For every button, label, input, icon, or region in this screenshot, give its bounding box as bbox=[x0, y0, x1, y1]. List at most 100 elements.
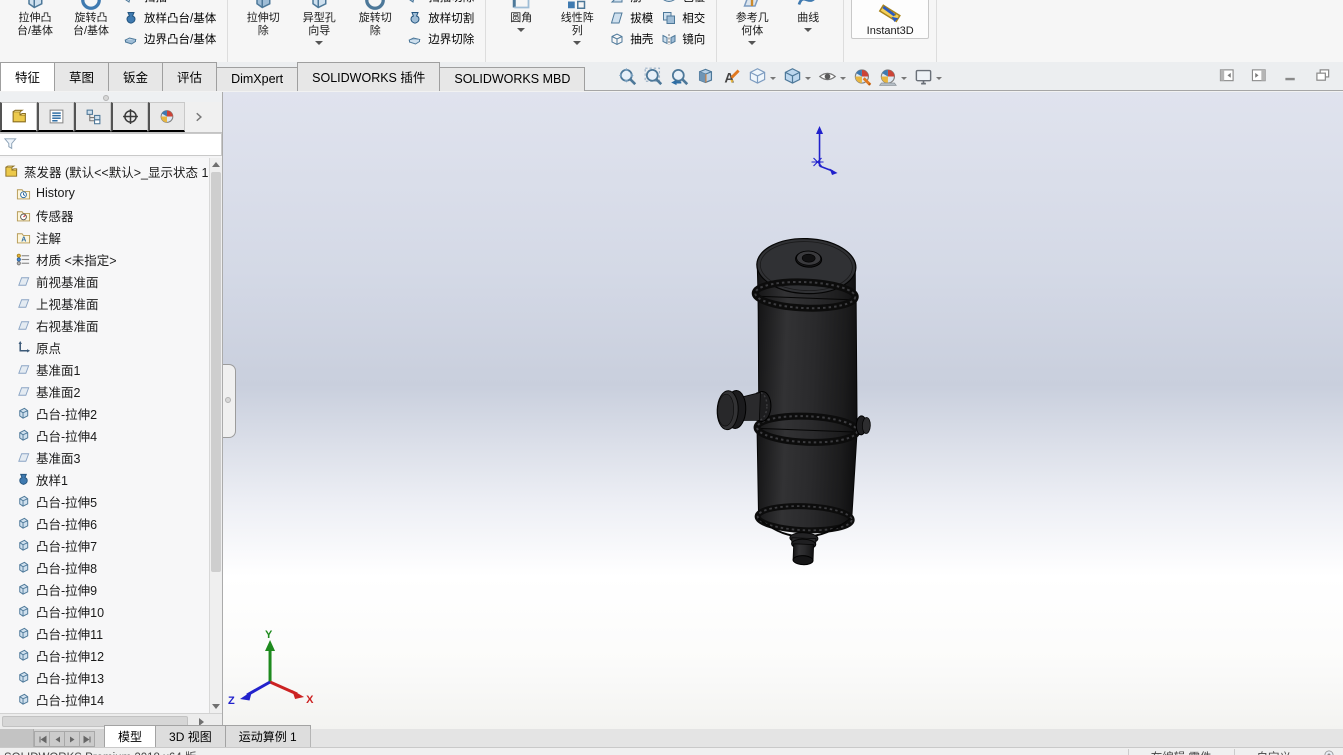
ribbon-button-intersect[interactable]: 相交 bbox=[657, 7, 709, 28]
command-tab-SOLIDWORKS MBD[interactable]: SOLIDWORKS MBD bbox=[439, 67, 586, 91]
ribbon-button-mirror[interactable]: 镜向 bbox=[657, 28, 709, 49]
tree-item-材质 <未指定>[interactable]: 材质 <未指定> bbox=[0, 248, 209, 270]
ribbon-button-extruded-cut[interactable]: 拉伸切除 bbox=[235, 0, 291, 38]
ribbon-button-instant3d[interactable]: Instant3D bbox=[851, 0, 930, 39]
tree-item-凸台-拉伸2[interactable]: 凸台-拉伸2 bbox=[0, 402, 209, 424]
dropdown-arrow-icon[interactable] bbox=[840, 76, 846, 80]
bottom-splitter[interactable] bbox=[0, 729, 34, 747]
panel-tab-featuremanager[interactable] bbox=[0, 102, 37, 132]
dropdown-arrow-icon[interactable] bbox=[748, 41, 757, 45]
collapse-right-pane-button[interactable] bbox=[1251, 68, 1267, 86]
ribbon-button-hole-wizard[interactable]: 异型孔 向导 bbox=[291, 0, 347, 45]
ribbon-button-revolved-cut[interactable]: 旋转切除 bbox=[347, 0, 403, 38]
tree-item-凸台-拉伸11[interactable]: 凸台-拉伸11 bbox=[0, 622, 209, 644]
scroll-down-button[interactable] bbox=[210, 700, 222, 713]
headsup-zoom-to-fit[interactable] bbox=[616, 66, 639, 90]
headsup-dynamic-annotation-views[interactable]: A bbox=[720, 66, 743, 90]
ribbon-button-extruded-boss[interactable]: 拉伸凸 台/基体 bbox=[7, 0, 63, 38]
next-sheet-button[interactable] bbox=[64, 731, 80, 747]
dropdown-arrow-icon[interactable] bbox=[936, 76, 942, 80]
model-evaporator[interactable] bbox=[711, 235, 877, 567]
panel-tab-configurationmanager[interactable] bbox=[74, 102, 111, 132]
ribbon-button-shell[interactable]: 抽壳 bbox=[605, 28, 657, 49]
ribbon-button-reference-geometry[interactable]: 参考几 何体 bbox=[724, 0, 780, 45]
dropdown-arrow-icon[interactable] bbox=[573, 41, 582, 45]
command-tab-钣金[interactable]: 钣金 bbox=[108, 62, 164, 91]
headsup-section-view[interactable] bbox=[694, 66, 717, 90]
headsup-apply-scene[interactable] bbox=[877, 66, 909, 90]
minimize-window-button[interactable] bbox=[1283, 68, 1299, 86]
ribbon-button-revolved-boss[interactable]: 旋转凸 台/基体 bbox=[63, 0, 119, 38]
ribbon-button-rib[interactable]: 筋 bbox=[605, 0, 657, 7]
ribbon-button-swept-cut[interactable]: 扫描切除 bbox=[403, 0, 478, 7]
headsup-display-style[interactable] bbox=[781, 66, 813, 90]
dropdown-arrow-icon[interactable] bbox=[805, 76, 811, 80]
tree-item-放样1[interactable]: 放样1 bbox=[0, 468, 209, 490]
tree-item-传感器[interactable]: 传感器 bbox=[0, 204, 209, 226]
tree-vertical-scrollbar[interactable] bbox=[209, 158, 222, 713]
tree-item-原点[interactable]: 原点 bbox=[0, 336, 209, 358]
tag-icon[interactable] bbox=[1323, 749, 1335, 755]
graphics-area[interactable]: Y X Z bbox=[223, 92, 1343, 729]
command-tab-DimXpert[interactable]: DimXpert bbox=[216, 67, 299, 91]
tree-item-基准面2[interactable]: 基准面2 bbox=[0, 380, 209, 402]
tree-item-注解[interactable]: A 注解 bbox=[0, 226, 209, 248]
tree-item-凸台-拉伸5[interactable]: 凸台-拉伸5 bbox=[0, 490, 209, 512]
panel-flyout-splitter[interactable] bbox=[223, 364, 236, 438]
headsup-zoom-to-area[interactable] bbox=[642, 66, 665, 90]
ribbon-button-boundary-boss[interactable]: 边界凸台/基体 bbox=[119, 28, 220, 49]
command-tab-评估[interactable]: 评估 bbox=[162, 62, 218, 91]
command-tab-特征[interactable]: 特征 bbox=[0, 62, 56, 91]
headsup-edit-appearance[interactable] bbox=[851, 66, 874, 90]
sheet-tab-模型[interactable]: 模型 bbox=[104, 725, 157, 747]
panel-tab-propertymanager[interactable] bbox=[37, 102, 74, 132]
ribbon-button-boundary-cut[interactable]: 边界切除 bbox=[403, 28, 478, 49]
tree-item-右视基准面[interactable]: 右视基准面 bbox=[0, 314, 209, 336]
ribbon-button-linear-pattern[interactable]: 线性阵列 bbox=[549, 0, 605, 45]
feature-tree-filter[interactable] bbox=[0, 133, 222, 156]
ribbon-button-draft[interactable]: 拔模 bbox=[605, 7, 657, 28]
ribbon-button-fillet[interactable]: 圆角 bbox=[493, 0, 549, 32]
tree-item-上视基准面[interactable]: 上视基准面 bbox=[0, 292, 209, 314]
tree-item-凸台-拉伸12[interactable]: 凸台-拉伸12 bbox=[0, 644, 209, 666]
tree-root-item[interactable]: 蒸发器 (默认<<默认>_显示状态 1>) bbox=[0, 160, 209, 182]
scroll-up-button[interactable] bbox=[210, 158, 222, 171]
vertical-scroll-thumb[interactable] bbox=[211, 172, 221, 572]
tree-item-凸台-拉伸4[interactable]: 凸台-拉伸4 bbox=[0, 424, 209, 446]
command-tab-草图[interactable]: 草图 bbox=[54, 62, 110, 91]
dropdown-arrow-icon[interactable] bbox=[901, 76, 907, 80]
ribbon-button-lofted-cut[interactable]: 放样切割 bbox=[403, 7, 478, 28]
panel-top-splitter[interactable] bbox=[0, 92, 222, 102]
tree-item-基准面3[interactable]: 基准面3 bbox=[0, 446, 209, 468]
panel-tab-displaymanager[interactable] bbox=[148, 102, 185, 132]
ribbon-button-curves[interactable]: 曲线 bbox=[780, 0, 836, 32]
last-sheet-button[interactable] bbox=[79, 731, 95, 747]
ribbon-button-wrap[interactable]: 包覆 bbox=[657, 0, 709, 7]
headsup-view-settings[interactable] bbox=[912, 66, 944, 90]
tree-item-凸台-拉伸14[interactable]: 凸台-拉伸14 bbox=[0, 688, 209, 710]
panel-tabs-overflow[interactable] bbox=[185, 102, 213, 132]
tree-item-凸台-拉伸10[interactable]: 凸台-拉伸10 bbox=[0, 600, 209, 622]
tree-item-基准面1[interactable]: 基准面1 bbox=[0, 358, 209, 380]
tree-item-凸台-拉伸8[interactable]: 凸台-拉伸8 bbox=[0, 556, 209, 578]
tree-item-凸台-拉伸7[interactable]: 凸台-拉伸7 bbox=[0, 534, 209, 556]
tree-item-凸台-拉伸9[interactable]: 凸台-拉伸9 bbox=[0, 578, 209, 600]
tree-item-前视基准面[interactable]: 前视基准面 bbox=[0, 270, 209, 292]
tree-item-凸台-拉伸6[interactable]: 凸台-拉伸6 bbox=[0, 512, 209, 534]
dropdown-arrow-icon[interactable] bbox=[517, 28, 526, 32]
ribbon-button-lofted-boss[interactable]: 放样凸台/基体 bbox=[119, 7, 220, 28]
tree-item-History[interactable]: History bbox=[0, 182, 209, 204]
collapse-left-pane-button[interactable] bbox=[1219, 68, 1235, 86]
dropdown-arrow-icon[interactable] bbox=[804, 28, 813, 32]
tree-item-凸台-拉伸13[interactable]: 凸台-拉伸13 bbox=[0, 666, 209, 688]
headsup-hide-show-items[interactable] bbox=[816, 66, 848, 90]
dropdown-arrow-icon[interactable] bbox=[770, 76, 776, 80]
ribbon-button-swept-boss[interactable]: 扫描 bbox=[119, 0, 220, 7]
first-sheet-button[interactable] bbox=[34, 731, 50, 747]
restore-window-button[interactable] bbox=[1315, 68, 1331, 86]
command-tab-SOLIDWORKS 插件[interactable]: SOLIDWORKS 插件 bbox=[297, 62, 441, 91]
prev-sheet-button[interactable] bbox=[49, 731, 65, 747]
headsup-previous-view[interactable] bbox=[668, 66, 691, 90]
headsup-view-orientation[interactable] bbox=[746, 66, 778, 90]
sheet-tab-运动算例 1[interactable]: 运动算例 1 bbox=[224, 725, 311, 747]
